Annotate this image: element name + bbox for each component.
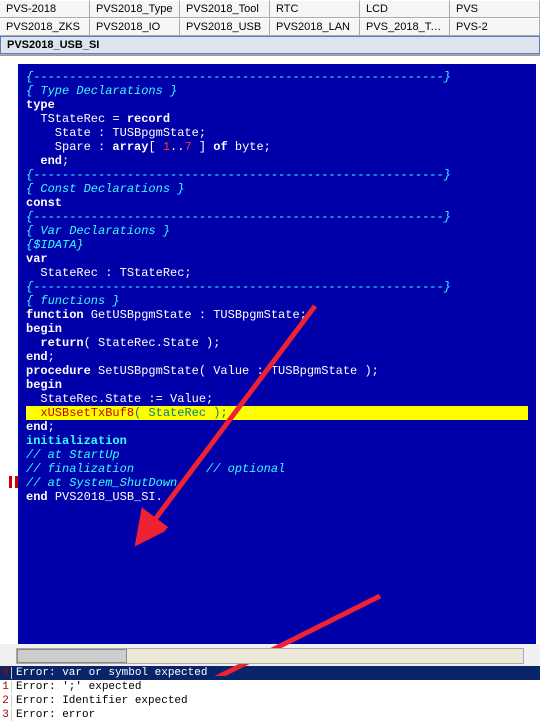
tab-row-1: PVS-2018PVS2018_TypePVS2018_ToolRTCLCDPV… <box>0 0 540 18</box>
tab-LCD[interactable]: LCD <box>360 0 450 17</box>
code-line[interactable]: xUSBsetTxBuf8( StateRec ); <box>26 406 528 420</box>
tab-PVS_2018_ToDotxt[interactable]: PVS_2018_ToDo.txt <box>360 18 450 35</box>
code-line[interactable]: type <box>26 98 528 112</box>
code-area[interactable]: {---------------------------------------… <box>18 64 536 644</box>
code-line[interactable]: { Type Declarations } <box>26 84 528 98</box>
code-line[interactable]: end; <box>26 350 528 364</box>
tab-PVS2018_ZKS[interactable]: PVS2018_ZKS <box>0 18 90 35</box>
code-line[interactable]: begin <box>26 322 528 336</box>
tab-PVS2018_IO[interactable]: PVS2018_IO <box>90 18 180 35</box>
code-line[interactable]: { Const Declarations } <box>26 182 528 196</box>
code-line[interactable]: {---------------------------------------… <box>26 70 528 84</box>
code-line[interactable]: StateRec.State := Value; <box>26 392 528 406</box>
code-line[interactable]: begin <box>26 378 528 392</box>
code-line[interactable]: end PVS2018_USB_SI. <box>26 490 528 504</box>
tab-row-3: PVS2018_USB_SI <box>0 36 540 55</box>
gutter <box>4 64 18 640</box>
error-row[interactable]: 2 Error: Identifier expected <box>0 694 540 708</box>
code-line[interactable]: end; <box>26 154 528 168</box>
error-row[interactable]: 3 Error: error <box>0 708 540 722</box>
horizontal-scrollbar[interactable] <box>16 648 524 664</box>
code-line[interactable]: State : TUSBpgmState; <box>26 126 528 140</box>
code-line[interactable]: function GetUSBpgmState : TUSBpgmState; <box>26 308 528 322</box>
code-line[interactable]: end; <box>26 420 528 434</box>
editor: {---------------------------------------… <box>0 55 540 644</box>
code-line[interactable]: StateRec : TStateRec; <box>26 266 528 280</box>
tab-PVS2[interactable]: PVS-2 <box>450 18 540 35</box>
error-row[interactable]: 1 Error: ';' expected <box>0 680 540 694</box>
error-panel: 0 Error: var or symbol expected1 Error: … <box>0 666 540 722</box>
tab-PVS2018_Tool[interactable]: PVS2018_Tool <box>180 0 270 17</box>
code-line[interactable]: {---------------------------------------… <box>26 168 528 182</box>
error-row[interactable]: 0 Error: var or symbol expected <box>0 666 540 680</box>
code-line[interactable]: { Var Declarations } <box>26 224 528 238</box>
code-line[interactable]: const <box>26 196 528 210</box>
code-line[interactable]: { functions } <box>26 294 528 308</box>
code-line[interactable]: return( StateRec.State ); <box>26 336 528 350</box>
tab-PVS2018_Type[interactable]: PVS2018_Type <box>90 0 180 17</box>
tab-row-2: PVS2018_ZKSPVS2018_IOPVS2018_USBPVS2018_… <box>0 18 540 36</box>
code-line[interactable]: initialization <box>26 434 528 448</box>
code-line[interactable]: // at StartUp <box>26 448 528 462</box>
code-line[interactable]: {$IDATA} <box>26 238 528 252</box>
tab-RTC[interactable]: RTC <box>270 0 360 17</box>
tab-PVS2018_LAN[interactable]: PVS2018_LAN <box>270 18 360 35</box>
code-line[interactable]: var <box>26 252 528 266</box>
tab-PVS2018[interactable]: PVS-2018 <box>0 0 90 17</box>
code-line[interactable]: Spare : array[ 1..7 ] of byte; <box>26 140 528 154</box>
code-line[interactable]: {---------------------------------------… <box>26 280 528 294</box>
tab-PVS2018_USB_SI[interactable]: PVS2018_USB_SI <box>0 36 540 54</box>
code-line[interactable]: {---------------------------------------… <box>26 210 528 224</box>
code-line[interactable]: // at System_ShutDown <box>26 476 528 490</box>
code-line[interactable]: // finalization // optional <box>26 462 528 476</box>
scrollbar-thumb[interactable] <box>17 649 127 663</box>
tab-PVS[interactable]: PVS <box>450 0 540 17</box>
code-line[interactable]: procedure SetUSBpgmState( Value : TUSBpg… <box>26 364 528 378</box>
code-line[interactable]: TStateRec = record <box>26 112 528 126</box>
tab-PVS2018_USB[interactable]: PVS2018_USB <box>180 18 270 35</box>
